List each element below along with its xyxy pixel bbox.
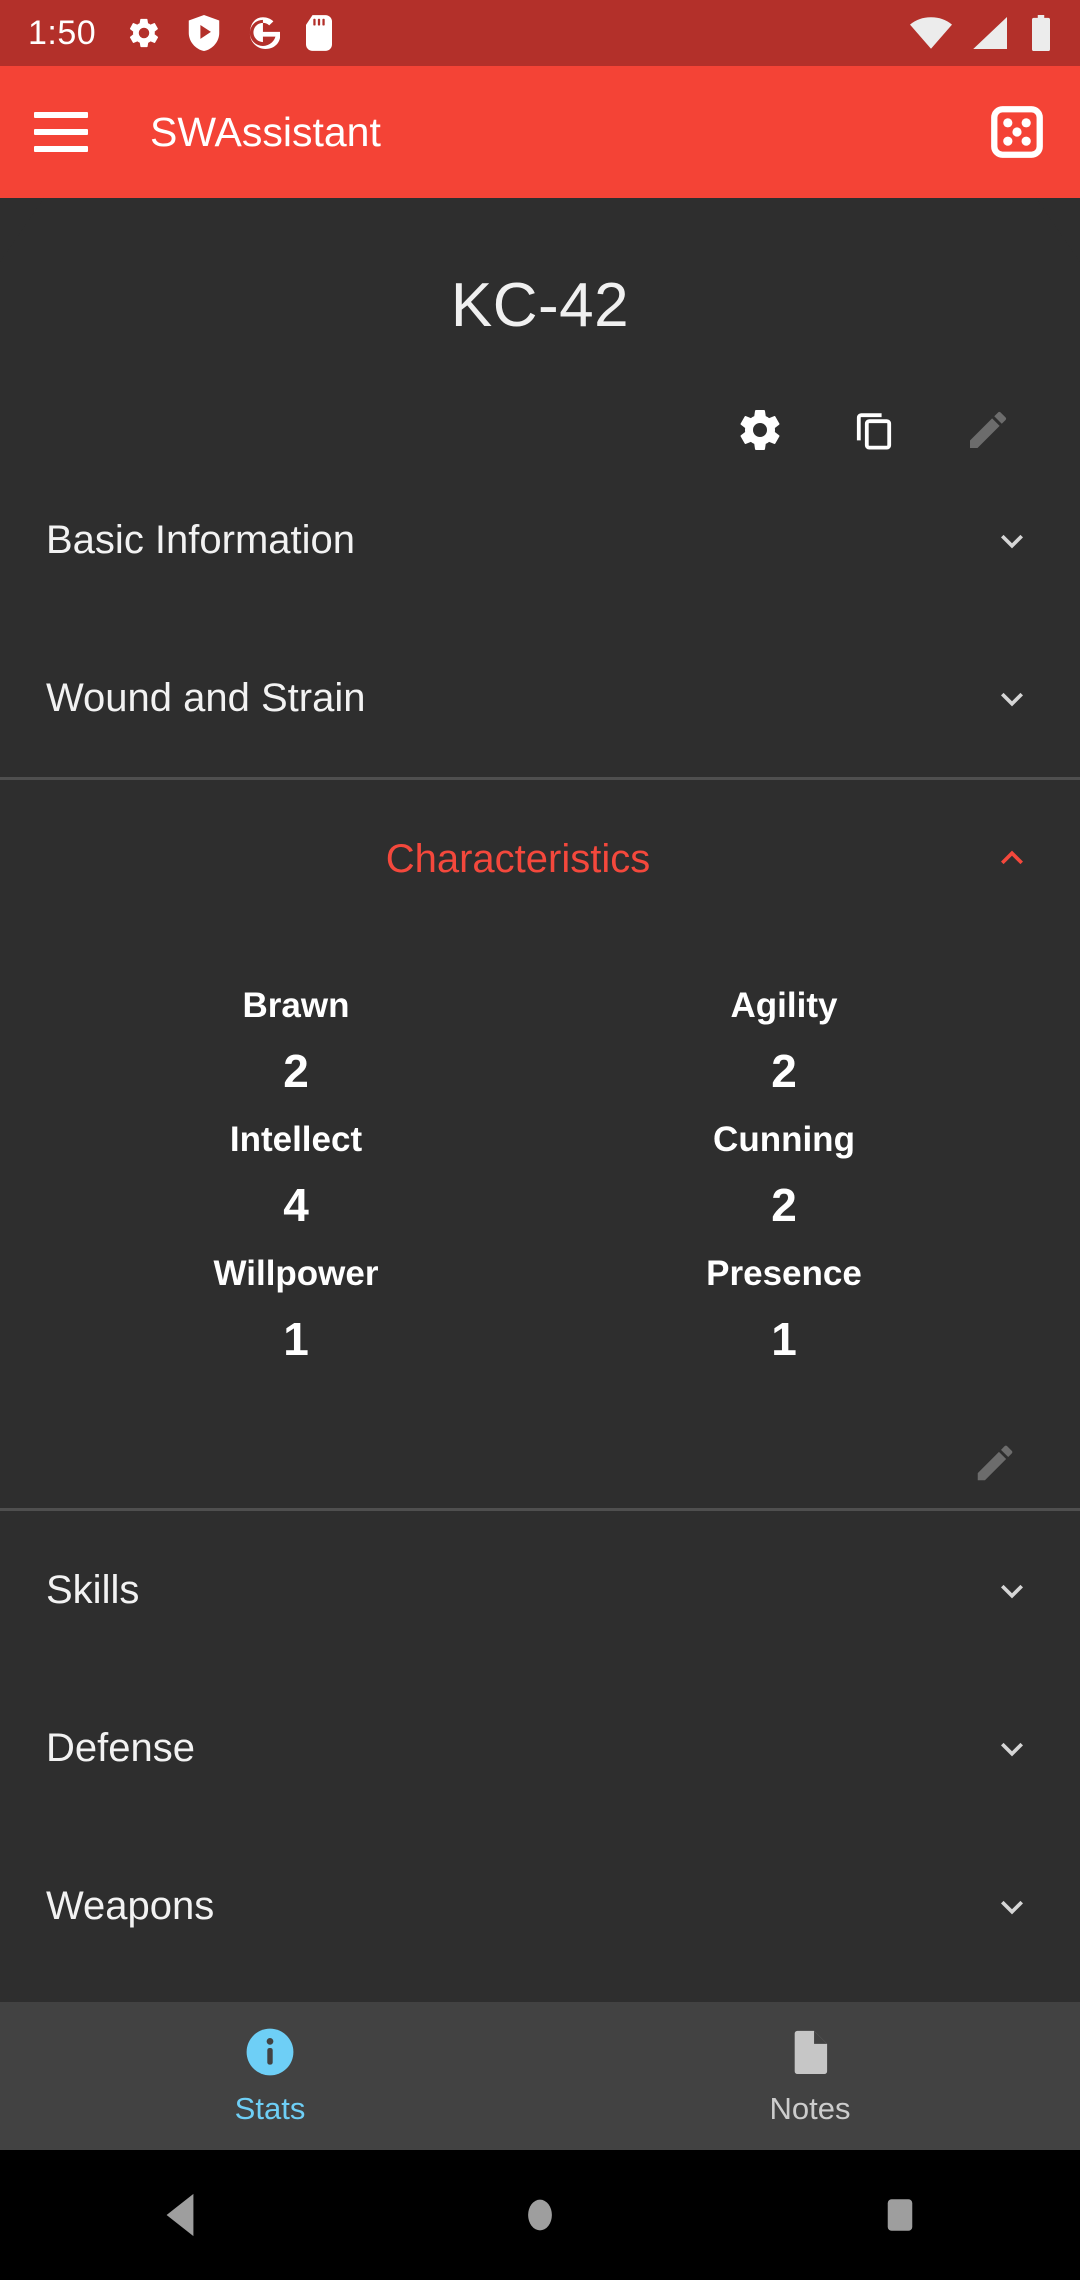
hamburger-bar	[34, 146, 88, 152]
sd-card-icon	[306, 15, 333, 51]
document-icon	[794, 2030, 828, 2075]
android-system-nav	[0, 2150, 1080, 2280]
recents-square-icon[interactable]	[840, 2180, 960, 2250]
section-label: Characteristics	[385, 836, 651, 881]
cell-signal-icon	[973, 17, 1007, 49]
section-characteristics: Characteristics Brawn 2 Agility 2 Intell…	[0, 780, 1080, 1508]
play-protect-shield-icon	[188, 15, 220, 51]
hamburger-bar	[34, 112, 88, 118]
status-clock: 1:50	[28, 13, 97, 52]
status-notification-icons	[126, 15, 910, 51]
characteristic-value: 2	[771, 1179, 797, 1231]
section-label: Wound and Strain	[46, 675, 366, 720]
chevron-down-icon[interactable]	[990, 1726, 1034, 1770]
characteristic-value: 1	[771, 1313, 797, 1365]
home-circle-icon[interactable]	[480, 2180, 600, 2250]
chevron-down-icon[interactable]	[990, 518, 1034, 562]
section-header-wound-and-strain[interactable]: Wound and Strain	[0, 619, 1080, 777]
characteristic-value: 2	[283, 1045, 309, 1097]
settings-icon[interactable]	[736, 406, 784, 454]
status-system-icons	[910, 15, 1052, 51]
section-label: Skills	[46, 1567, 140, 1612]
bottom-navigation: Stats Notes	[0, 2002, 1080, 2150]
characteristics-grid: Brawn 2 Agility 2 Intellect 4 Cunning 2	[0, 964, 1080, 1366]
chevron-down-icon[interactable]	[990, 676, 1034, 720]
google-g-icon	[250, 17, 281, 49]
characteristics-body: Brawn 2 Agility 2 Intellect 4 Cunning 2	[0, 964, 1080, 1508]
back-triangle-icon[interactable]	[120, 2180, 240, 2250]
characteristic-label: Intellect	[229, 1120, 363, 1159]
bottom-nav-label: Notes	[769, 2091, 851, 2126]
characteristic-agility: Agility 2	[540, 964, 1028, 1098]
edit-pencil-icon[interactable]	[972, 1440, 1018, 1486]
characteristic-label: Willpower	[213, 1254, 379, 1293]
status-bar: 1:50	[0, 0, 1080, 66]
character-sheet-panel: KC-42 Basic Information Wound and Strain	[0, 198, 1080, 2002]
wifi-icon	[910, 17, 952, 49]
bottom-nav-item-notes[interactable]: Notes	[540, 2002, 1080, 2150]
dice-roller-icon[interactable]	[988, 103, 1046, 161]
info-circle-icon	[246, 2028, 294, 2076]
chevron-down-icon[interactable]	[990, 1568, 1034, 1612]
chevron-up-icon[interactable]	[990, 837, 1034, 881]
settings-gear-icon	[130, 18, 159, 48]
characteristic-brawn: Brawn 2	[52, 964, 540, 1098]
characteristic-value: 4	[283, 1179, 309, 1231]
characteristic-cunning: Cunning 2	[540, 1098, 1028, 1232]
chevron-down-icon[interactable]	[990, 1884, 1034, 1928]
hamburger-menu-icon[interactable]	[34, 112, 88, 152]
section-header-weapons[interactable]: Weapons	[0, 1827, 1080, 1985]
characteristic-label: Cunning	[713, 1120, 855, 1159]
characteristic-label: Agility	[730, 986, 838, 1025]
section-label: Defense	[46, 1725, 195, 1770]
section-label: Weapons	[46, 1883, 215, 1928]
character-name: KC-42	[450, 271, 630, 340]
duplicate-icon[interactable]	[850, 406, 898, 454]
section-header-skills[interactable]: Skills	[0, 1511, 1080, 1669]
app-title: SWAssistant	[150, 108, 381, 155]
characteristics-edit-row	[0, 1428, 1080, 1498]
app-bar: SWAssistant	[0, 66, 1080, 198]
characteristic-intellect: Intellect 4	[52, 1098, 540, 1232]
battery-icon	[1032, 15, 1050, 51]
characteristic-label: Brawn	[242, 986, 350, 1025]
characteristic-willpower: Willpower 1	[52, 1232, 540, 1366]
section-label: Basic Information	[46, 517, 356, 562]
section-header-defense[interactable]: Defense	[0, 1669, 1080, 1827]
character-action-bar	[0, 399, 1080, 461]
bottom-nav-item-stats[interactable]: Stats	[0, 2002, 540, 2150]
characteristic-value: 2	[771, 1045, 797, 1097]
hamburger-bar	[34, 129, 88, 135]
section-header-characteristics[interactable]: Characteristics	[0, 780, 1080, 938]
characteristic-presence: Presence 1	[540, 1232, 1028, 1366]
characteristic-label: Presence	[706, 1254, 862, 1293]
bottom-nav-label: Stats	[234, 2091, 306, 2126]
section-header-basic-information[interactable]: Basic Information	[0, 461, 1080, 619]
characteristic-value: 1	[283, 1313, 309, 1365]
phone-screen: 1:50 SWAssistant KC-42 Basic Information…	[0, 0, 1080, 2280]
edit-pencil-icon[interactable]	[964, 406, 1012, 454]
